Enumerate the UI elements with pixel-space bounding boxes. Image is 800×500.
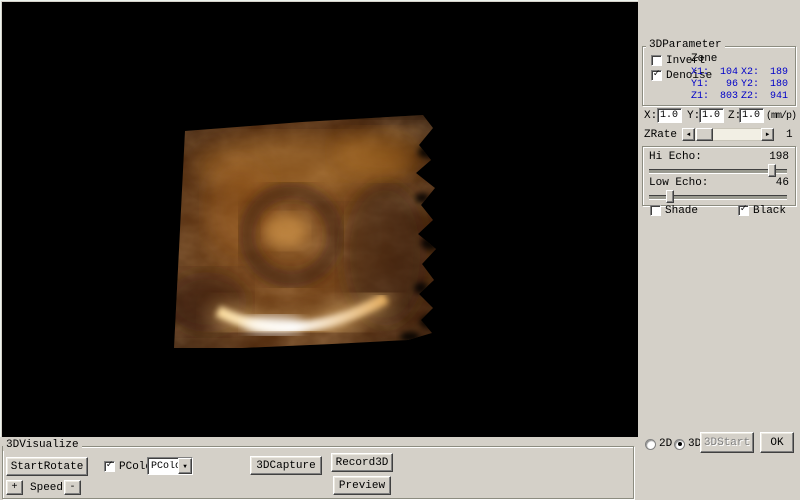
black-checkbox-box: ✓ xyxy=(738,205,749,216)
radio-2d-circle xyxy=(645,439,656,450)
scroll-left-glyph: ◄ xyxy=(687,131,691,138)
zone-x1-value: 104 xyxy=(713,67,741,78)
zone-x2-label: X2: xyxy=(741,67,765,78)
shade-checkbox-box xyxy=(650,205,661,216)
zone-z1-label: Z1: xyxy=(691,91,713,102)
low-echo-label: Low Echo: xyxy=(649,177,708,189)
render-viewport[interactable] xyxy=(2,2,638,437)
ultrasound-3d-render xyxy=(2,2,638,437)
hi-echo-slider-track[interactable] xyxy=(649,169,787,174)
invert-checkbox-box xyxy=(651,55,662,66)
low-echo-slider[interactable] xyxy=(649,190,787,203)
parameter-panel: 3DParameter Invert ✓ Denoise Zone X1: 10… xyxy=(638,0,800,500)
speed-minus-button[interactable]: - xyxy=(64,480,81,495)
zrate-value: 1 xyxy=(786,129,793,141)
check-icon: ✓ xyxy=(653,70,659,80)
black-checkbox[interactable]: ✓ Black xyxy=(738,204,786,217)
scroll-right-icon[interactable]: ► xyxy=(761,128,774,141)
param-groupbox: 3DParameter Invert ✓ Denoise Zone X1: 10… xyxy=(642,46,796,106)
zone-y2-value: 180 xyxy=(765,79,791,90)
visualize-group-title: 3DVisualize xyxy=(3,439,82,451)
zone-values: X1: 104 X2: 189 Y1: 96 Y2: 180 Z1: 803 Z… xyxy=(691,67,791,102)
pcolor-combo[interactable]: PColor ▼ xyxy=(147,457,193,475)
echo-groupbox: Hi Echo: 198 Low Echo: 46 xyxy=(642,146,796,206)
speed-plus-button[interactable]: + xyxy=(6,480,23,495)
zone-title: Zone xyxy=(691,53,717,65)
scale-unit-label: (mm/p) xyxy=(766,111,796,122)
denoise-checkbox-box: ✓ xyxy=(651,70,662,81)
zone-y2-label: Y2: xyxy=(741,79,765,90)
radio-2d-label: 2D xyxy=(659,438,672,450)
scroll-right-glyph: ► xyxy=(766,131,770,138)
preview-button[interactable]: Preview xyxy=(333,476,391,495)
3dcapture-button[interactable]: 3DCapture xyxy=(250,456,322,475)
x-scale-input[interactable] xyxy=(657,108,682,123)
black-label: Black xyxy=(753,205,786,217)
shade-checkbox[interactable]: Shade xyxy=(650,204,698,217)
pcolor-checkbox-box: ✓ xyxy=(104,461,115,472)
param-group-title: 3DParameter xyxy=(646,39,725,51)
chevron-down-icon[interactable]: ▼ xyxy=(178,458,192,474)
pcolor-combo-value: PColor xyxy=(148,461,178,472)
3dstart-button[interactable]: 3DStart xyxy=(700,432,754,453)
radio-3d-circle xyxy=(674,439,685,450)
low-echo-value: 46 xyxy=(776,177,789,189)
start-rotate-button[interactable]: StartRotate xyxy=(6,457,88,476)
record3d-button[interactable]: Record3D xyxy=(331,453,393,472)
ok-button[interactable]: OK xyxy=(760,432,794,453)
app-window: 3DParameter Invert ✓ Denoise Zone X1: 10… xyxy=(0,0,800,500)
zrate-scrollbar-thumb[interactable] xyxy=(696,128,713,141)
dropdown-glyph: ▼ xyxy=(183,463,187,470)
check-icon: ✓ xyxy=(740,205,746,215)
zone-x2-value: 189 xyxy=(765,67,791,78)
scroll-left-icon[interactable]: ◄ xyxy=(682,128,695,141)
zone-y1-value: 96 xyxy=(713,79,741,90)
x-scale-label: X: xyxy=(644,110,657,122)
shade-label: Shade xyxy=(665,205,698,217)
hi-echo-value: 198 xyxy=(769,151,789,163)
hi-echo-label: Hi Echo: xyxy=(649,151,702,163)
speed-label: Speed xyxy=(30,482,63,494)
zone-z2-value: 941 xyxy=(765,91,791,102)
zone-z2-label: Z2: xyxy=(741,91,765,102)
zone-y1-label: Y1: xyxy=(691,79,713,90)
zrate-scrollbar[interactable]: ◄ ► xyxy=(682,128,774,141)
check-icon: ✓ xyxy=(106,461,112,471)
y-scale-input[interactable] xyxy=(699,108,724,123)
low-echo-slider-thumb[interactable] xyxy=(666,190,674,203)
zone-x1-label: X1: xyxy=(691,67,713,78)
visualize-bar: 3DVisualize StartRotate + Speed - ✓ PCol… xyxy=(0,437,638,500)
hi-echo-slider[interactable] xyxy=(649,164,787,177)
radio-2d[interactable]: 2D xyxy=(645,438,672,450)
radio-3d-dot xyxy=(678,442,682,446)
hi-echo-slider-thumb[interactable] xyxy=(768,164,776,177)
radio-3d[interactable]: 3D xyxy=(674,438,701,450)
zone-z1-value: 803 xyxy=(713,91,741,102)
z-scale-input[interactable] xyxy=(739,108,764,123)
scale-row: X: Y: Z: (mm/p) xyxy=(638,108,800,126)
zrate-row: ZRate ◄ ► 1 xyxy=(638,128,800,142)
zrate-label: ZRate xyxy=(644,129,677,141)
